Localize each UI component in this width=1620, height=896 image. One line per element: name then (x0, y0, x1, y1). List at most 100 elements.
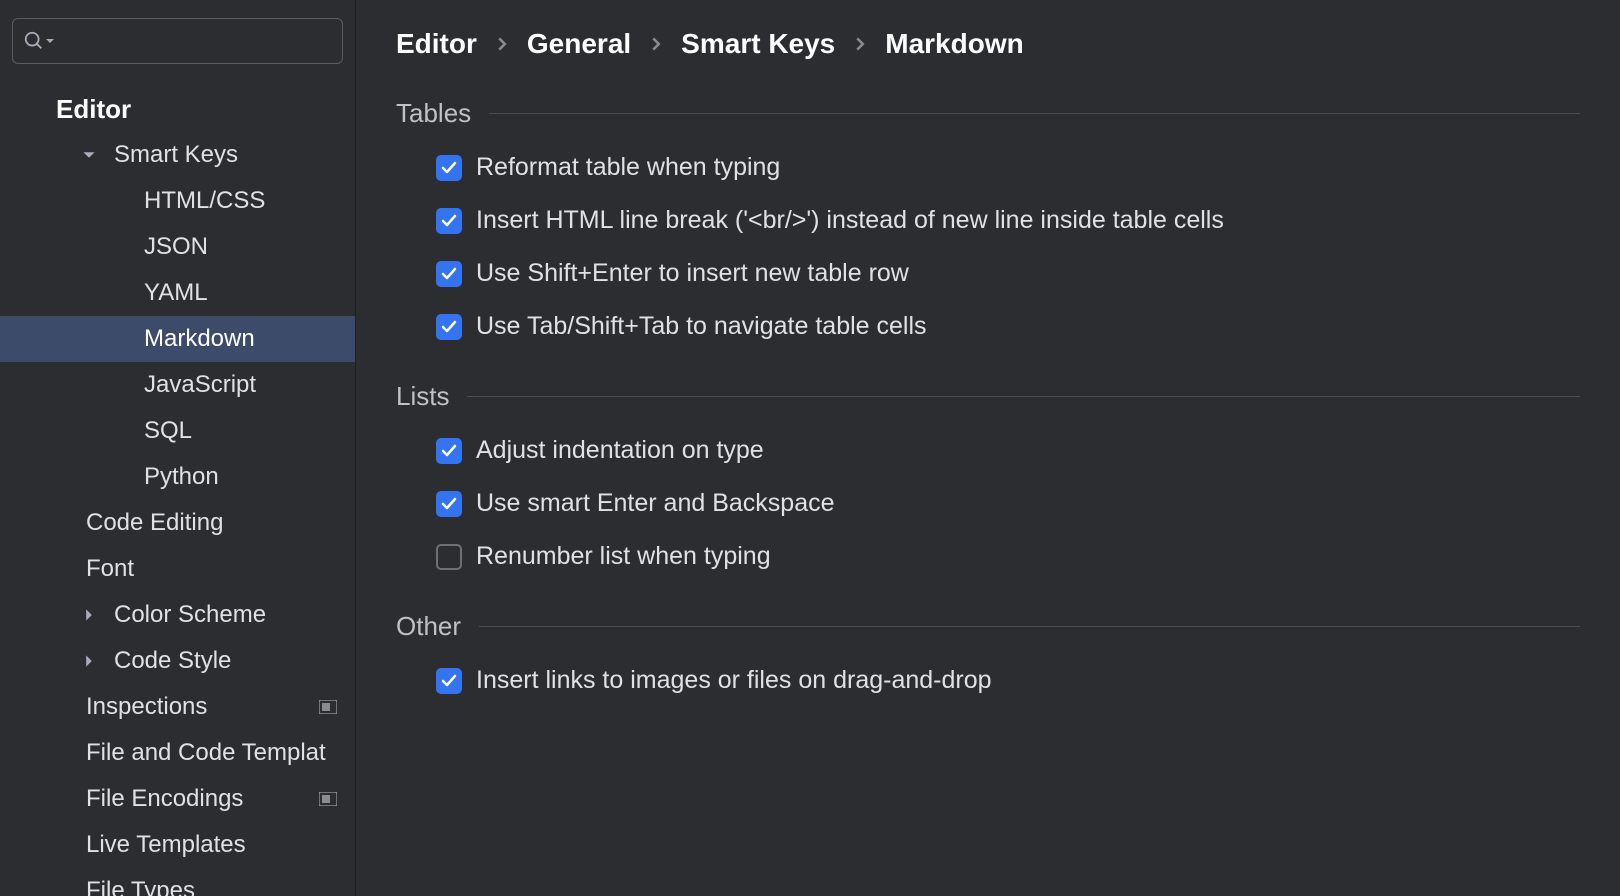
tree-item-python[interactable]: Python (0, 454, 355, 500)
tree-item-label: Color Scheme (114, 601, 266, 629)
tree-item-label: Python (144, 463, 219, 491)
section-lists: Lists Adjust indentation on type Use smart… (396, 381, 1580, 571)
tree-item-markdown[interactable]: Markdown (0, 316, 355, 362)
check-icon (440, 159, 458, 177)
check-icon (440, 442, 458, 460)
tree-item-html-css[interactable]: HTML/CSS (0, 178, 355, 224)
tree-item-label: Inspections (86, 693, 207, 721)
option-label: Reformat table when typing (476, 153, 780, 182)
breadcrumb: Editor General Smart Keys Markdown (396, 28, 1580, 60)
option-row[interactable]: Use smart Enter and Backspace (396, 489, 1580, 518)
option-row[interactable]: Renumber list when typing (396, 542, 1580, 571)
option-label: Insert links to images or files on drag-… (476, 666, 992, 695)
breadcrumb-segment[interactable]: Smart Keys (681, 28, 835, 60)
check-icon (440, 212, 458, 230)
tree-item-label: JavaScript (144, 371, 256, 399)
breadcrumb-segment[interactable]: Editor (396, 28, 477, 60)
check-icon (440, 265, 458, 283)
option-row[interactable]: Use Shift+Enter to insert new table row (396, 259, 1580, 288)
section-other: Other Insert links to images or files on … (396, 611, 1580, 695)
tree-item-smart-keys[interactable]: Smart Keys (0, 132, 355, 178)
chevron-right-icon (82, 608, 96, 622)
tree-item-label: File and Code Templat (86, 739, 326, 767)
tree-item-javascript[interactable]: JavaScript (0, 362, 355, 408)
chevron-right-icon (649, 37, 663, 51)
tree-item-label: Code Style (114, 647, 231, 675)
section-title: Tables (396, 98, 471, 129)
chevron-down-icon (82, 148, 96, 162)
tree-item-code-editing[interactable]: Code Editing (0, 500, 355, 546)
tree-item-sql[interactable]: SQL (0, 408, 355, 454)
checkbox[interactable] (436, 155, 462, 181)
option-row[interactable]: Use Tab/Shift+Tab to navigate table cell… (396, 312, 1580, 341)
tree-item-label: YAML (144, 279, 208, 307)
tree-item-live-templates[interactable]: Live Templates (0, 822, 355, 868)
tree-label: Editor (56, 94, 131, 125)
tree-root-editor[interactable]: Editor (0, 86, 355, 132)
settings-sidebar: Editor Smart Keys HTML/CSS JSON YAML Markdow… (0, 0, 356, 896)
divider (489, 113, 1580, 114)
settings-tree: Editor Smart Keys HTML/CSS JSON YAML Markdow… (0, 78, 355, 896)
option-label: Use Shift+Enter to insert new table row (476, 259, 909, 288)
project-badge-icon (319, 792, 337, 806)
chevron-right-icon (82, 654, 96, 668)
checkbox[interactable] (436, 668, 462, 694)
tree-item-code-style[interactable]: Code Style (0, 638, 355, 684)
tree-item-yaml[interactable]: YAML (0, 270, 355, 316)
option-row[interactable]: Reformat table when typing (396, 153, 1580, 182)
tree-item-json[interactable]: JSON (0, 224, 355, 270)
option-label: Renumber list when typing (476, 542, 771, 571)
tree-item-label: SQL (144, 417, 192, 445)
project-badge-icon (319, 700, 337, 714)
option-label: Insert HTML line break ('<br/>') instead… (476, 206, 1224, 235)
divider (467, 396, 1580, 397)
search-input[interactable] (61, 30, 332, 53)
search-icon (23, 30, 45, 52)
tree-item-file-types[interactable]: File Types (0, 868, 355, 896)
option-row[interactable]: Insert links to images or files on drag-… (396, 666, 1580, 695)
tree-item-font[interactable]: Font (0, 546, 355, 592)
tree-item-file-and-code-templat[interactable]: File and Code Templat (0, 730, 355, 776)
section-tables: TablesReformat table when typing Insert H… (396, 98, 1580, 341)
option-label: Adjust indentation on type (476, 436, 764, 465)
tree-item-label: File Types (86, 877, 195, 896)
tree-item-file-encodings[interactable]: File Encodings (0, 776, 355, 822)
tree-item-label: Live Templates (86, 831, 246, 859)
search-container (0, 0, 355, 78)
breadcrumb-segment[interactable]: General (527, 28, 631, 60)
tree-item-label: Font (86, 555, 134, 583)
checkbox[interactable] (436, 491, 462, 517)
check-icon (440, 318, 458, 336)
dropdown-caret-icon (45, 36, 55, 46)
tree-item-label: Smart Keys (114, 141, 238, 169)
checkbox[interactable] (436, 314, 462, 340)
section-header: Other (396, 611, 1580, 642)
option-label: Use smart Enter and Backspace (476, 489, 835, 518)
tree-item-label: File Encodings (86, 785, 243, 813)
checkbox[interactable] (436, 544, 462, 570)
option-label: Use Tab/Shift+Tab to navigate table cell… (476, 312, 927, 341)
chevron-right-icon (853, 37, 867, 51)
check-icon (440, 672, 458, 690)
tree-item-label: Markdown (144, 325, 255, 353)
tree-item-label: HTML/CSS (144, 187, 265, 215)
tree-item-label: Code Editing (86, 509, 223, 537)
option-row[interactable]: Adjust indentation on type (396, 436, 1580, 465)
section-header: Tables (396, 98, 1580, 129)
checkbox[interactable] (436, 438, 462, 464)
section-title: Other (396, 611, 461, 642)
section-title: Lists (396, 381, 449, 412)
divider (479, 626, 1580, 627)
chevron-right-icon (495, 37, 509, 51)
check-icon (440, 495, 458, 513)
checkbox[interactable] (436, 261, 462, 287)
tree-item-inspections[interactable]: Inspections (0, 684, 355, 730)
breadcrumb-segment[interactable]: Markdown (885, 28, 1023, 60)
option-row[interactable]: Insert HTML line break ('<br/>') instead… (396, 206, 1580, 235)
search-box[interactable] (12, 18, 343, 64)
checkbox[interactable] (436, 208, 462, 234)
settings-main: EditorGeneralSmart KeysMarkdown TablesRe… (356, 0, 1620, 896)
tree-item-color-scheme[interactable]: Color Scheme (0, 592, 355, 638)
tree-item-label: JSON (144, 233, 208, 261)
section-header: Lists (396, 381, 1580, 412)
